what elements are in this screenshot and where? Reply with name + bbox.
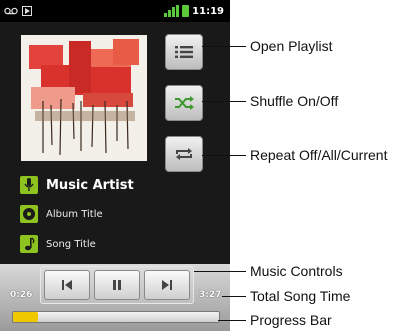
callout-total-song-time: Total Song Time (250, 288, 351, 304)
total-time: 3:27 (199, 290, 222, 300)
voicemail-icon (4, 7, 18, 15)
shuffle-icon (175, 96, 194, 110)
progress-fill (13, 312, 38, 322)
callout-open-playlist: Open Playlist (250, 38, 333, 54)
callout-repeat: Repeat Off/All/Current (250, 147, 388, 163)
music-note-icon (20, 235, 38, 253)
artist-row: Music Artist (20, 176, 134, 194)
callout-line-shuffle (202, 101, 246, 102)
previous-icon (62, 280, 72, 290)
repeat-button[interactable] (165, 136, 203, 172)
callout-line-total-time (222, 296, 246, 297)
callout-line-repeat (202, 155, 246, 156)
pause-button[interactable] (94, 270, 140, 300)
shuffle-button[interactable] (165, 85, 203, 121)
battery-icon (182, 5, 190, 17)
next-button[interactable] (144, 270, 190, 300)
pause-icon (113, 280, 121, 290)
song-row: Song Title (20, 235, 96, 253)
disc-icon (20, 205, 38, 223)
status-bar: 11:19 (0, 0, 230, 22)
elapsed-time: 0:26 (10, 290, 33, 300)
status-icons-left (0, 6, 32, 16)
callout-shuffle: Shuffle On/Off (250, 93, 339, 109)
album-row: Album Title (20, 205, 103, 223)
open-playlist-button[interactable] (165, 34, 203, 70)
callout-line-controls (194, 271, 246, 272)
music-controls (40, 266, 194, 304)
repeat-icon (176, 148, 192, 160)
previous-button[interactable] (44, 270, 90, 300)
media-play-icon (22, 6, 32, 16)
phone-screen: 11:19 Music Artist Album Title Song Titl… (0, 0, 230, 331)
progress-bar[interactable] (12, 311, 220, 323)
artist-name: Music Artist (46, 177, 134, 193)
signal-icon (164, 5, 180, 17)
album-title: Album Title (46, 208, 103, 220)
callout-line-playlist (202, 46, 246, 47)
album-art (21, 35, 147, 161)
callout-line-progress (218, 320, 246, 321)
playlist-icon (175, 46, 193, 58)
callout-music-controls: Music Controls (250, 263, 343, 279)
status-icons-right: 11:19 (164, 5, 230, 17)
next-icon (162, 280, 172, 290)
song-title: Song Title (46, 238, 96, 250)
callout-progress-bar: Progress Bar (250, 312, 332, 328)
status-time: 11:19 (192, 5, 224, 17)
microphone-icon (20, 176, 38, 194)
